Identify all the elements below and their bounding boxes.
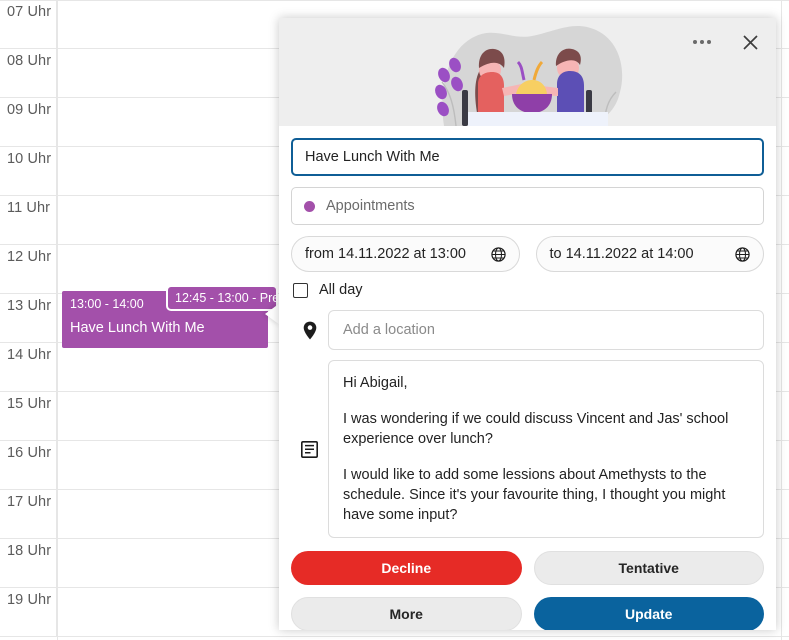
dialog-actions: Decline Tentative More Update <box>291 551 764 630</box>
location-pin-icon <box>291 321 328 340</box>
location-row: Add a location <box>291 310 764 350</box>
dialog-header <box>279 18 776 126</box>
description-row: Hi Abigail, I was wondering if we could … <box>291 360 764 538</box>
more-button[interactable]: More <box>291 597 522 630</box>
globe-icon[interactable] <box>490 246 506 262</box>
event-title-field: Have Lunch With Me <box>291 138 764 176</box>
event-title-input[interactable]: Have Lunch With Me <box>291 138 764 176</box>
description-paragraph-2: I was wondering if we could discuss Vinc… <box>343 411 729 447</box>
dialog-body: Have Lunch With Me Appointments from 14.… <box>279 126 776 630</box>
close-icon[interactable] <box>736 28 764 56</box>
description-paragraph-1: Hi Abigail, <box>343 375 408 391</box>
hour-label: 12 Uhr <box>7 249 52 265</box>
hour-label: 10 Uhr <box>7 151 52 167</box>
description-paragraph-3: I would like to add some lessions about … <box>343 467 726 523</box>
start-date-field[interactable]: from 14.11.2022 at 13:00 <box>291 236 520 272</box>
hour-label: 08 Uhr <box>7 53 52 69</box>
hour-label: 15 Uhr <box>7 396 52 412</box>
more-options-icon[interactable] <box>688 28 716 56</box>
end-date-field[interactable]: to 14.11.2022 at 14:00 <box>535 236 764 272</box>
description-input[interactable]: Hi Abigail, I was wondering if we could … <box>328 360 764 538</box>
dialog-header-actions <box>688 28 764 56</box>
hour-label: 13 Uhr <box>7 298 52 314</box>
hour-label: 09 Uhr <box>7 102 52 118</box>
calendar-color-dot <box>304 200 315 212</box>
location-input[interactable]: Add a location <box>328 310 764 350</box>
event-details-dialog: Have Lunch With Me Appointments from 14.… <box>279 18 776 630</box>
hour-label: 16 Uhr <box>7 445 52 461</box>
calendar-event-prep[interactable]: 12:45 - 13:00 - Prep <box>166 285 278 311</box>
tentative-button[interactable]: Tentative <box>533 551 764 585</box>
date-range-row: from 14.11.2022 at 13:00 to 14.11.2022 a… <box>291 236 764 272</box>
all-day-label: All day <box>319 282 363 298</box>
app-root: 07 Uhr 08 Uhr 09 Uhr 10 Uhr 11 Uhr 12 Uh… <box>0 0 789 640</box>
hour-label: 19 Uhr <box>7 592 52 608</box>
lunch-illustration <box>435 25 623 126</box>
start-date-value: from 14.11.2022 at 13:00 <box>305 246 466 262</box>
decline-button[interactable]: Decline <box>291 551 522 585</box>
calendar-select[interactable]: Appointments <box>291 187 764 225</box>
hour-label: 18 Uhr <box>7 543 52 559</box>
all-day-row[interactable]: All day <box>291 282 764 298</box>
event-title: Have Lunch With Me <box>70 320 205 336</box>
update-button[interactable]: Update <box>533 597 764 630</box>
globe-icon[interactable] <box>735 246 750 262</box>
calendar-select-label: Appointments <box>326 198 415 214</box>
hour-label: 14 Uhr <box>7 347 52 363</box>
hour-label: 07 Uhr <box>7 4 52 20</box>
all-day-checkbox[interactable] <box>293 282 308 298</box>
end-date-value: to 14.11.2022 at 14:00 <box>549 246 694 262</box>
description-icon <box>291 440 328 458</box>
hour-label: 17 Uhr <box>7 494 52 510</box>
hour-label: 11 Uhr <box>7 200 51 216</box>
dialog-callout-arrow <box>265 303 280 325</box>
